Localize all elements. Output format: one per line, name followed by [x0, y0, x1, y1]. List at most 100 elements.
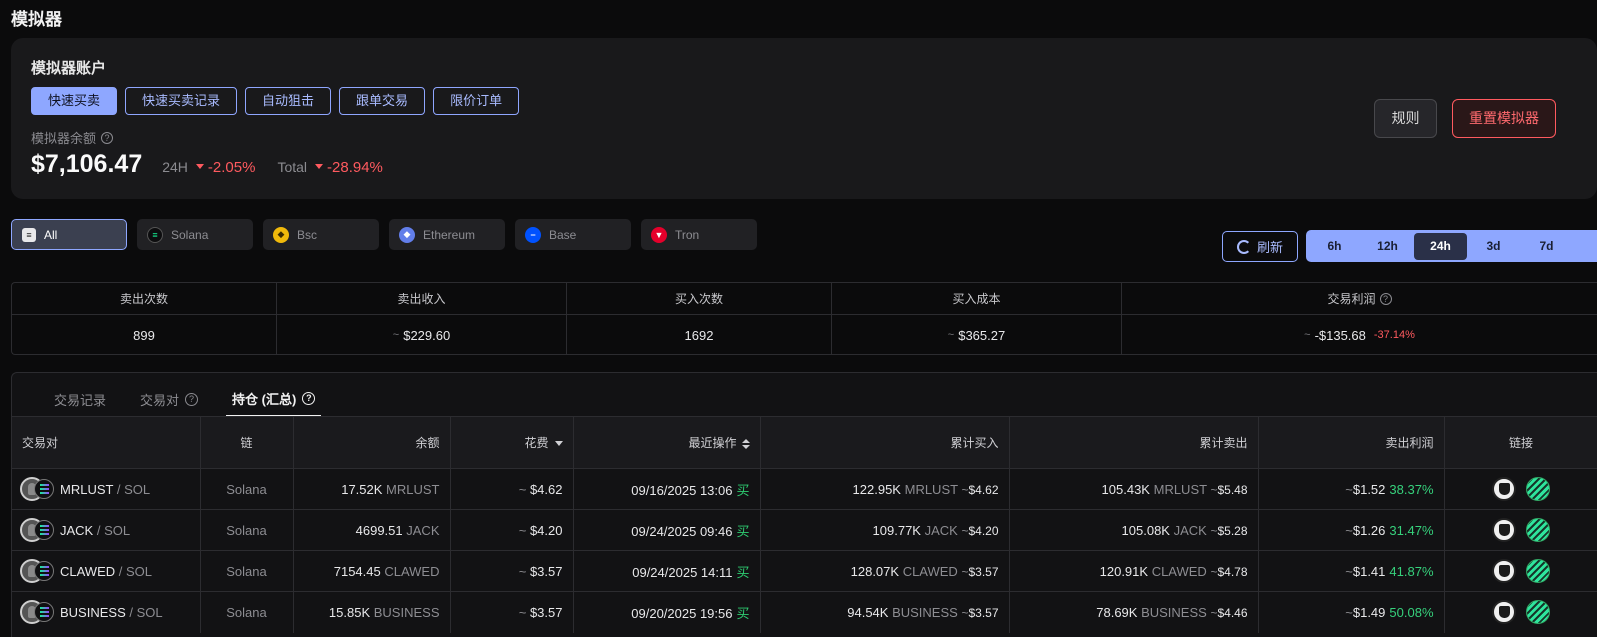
op-type-badge: 买	[736, 564, 750, 580]
balance-unit: JACK	[406, 522, 440, 538]
cost-value: $3.57	[529, 604, 563, 620]
caret-down-icon	[315, 164, 324, 169]
balance-amount: 7154.45	[333, 563, 381, 579]
total-sell-cell: 105.43K MRLUST ~$5.48	[1009, 468, 1259, 510]
rules-button[interactable]: 规则	[1374, 99, 1437, 138]
balance-amount: 17.52K	[341, 481, 383, 497]
col-balance: 余额	[293, 416, 451, 469]
range-tab-7d[interactable]: 7d	[1520, 233, 1573, 260]
tab-quick-trade-history[interactable]: 快速买卖记录	[125, 87, 238, 115]
gmgn-link-icon[interactable]	[1492, 559, 1516, 583]
simulator-account-card: 模拟器账户 快速买卖 快速买卖记录 自动狙击 跟单交易 限价订单 模拟器余额 ?…	[11, 38, 1597, 199]
gmgn-link-icon[interactable]	[1492, 600, 1516, 625]
bsc-icon: ◆	[273, 226, 289, 243]
buy-unit: CLAWED	[902, 563, 958, 579]
balance-unit: MRLUST	[386, 481, 440, 497]
help-icon[interactable]: ?	[101, 131, 114, 144]
sell-income-value: $229.60	[403, 327, 451, 343]
tab-auto-snipe[interactable]: 自动狙击	[245, 87, 332, 115]
buy-unit: JACK	[924, 522, 958, 538]
tab-holdings-summary[interactable]: 持仓 (汇总) ?	[226, 389, 322, 417]
range-tab-3d[interactable]: 3d	[1467, 233, 1520, 260]
range-tab-24h[interactable]: 24h	[1414, 232, 1467, 260]
change-total-value: -28.94%	[327, 159, 383, 176]
tab-quick-trade[interactable]: 快速买卖	[31, 87, 118, 115]
pair-cell[interactable]: CLAWED / SOL	[12, 550, 201, 592]
range-tab-12h[interactable]: 12h	[1361, 233, 1414, 260]
chain-tab-ethereum[interactable]: ◆ Ethereum	[389, 219, 505, 250]
buy-cost-cell: ~ $365.27	[832, 315, 1122, 355]
token-symbol: JACK	[60, 522, 94, 538]
quote-symbol: / SOL	[116, 481, 151, 497]
chain-tab-solana[interactable]: ≡ Solana	[137, 219, 253, 250]
cost-cell: ~ $3.57	[450, 591, 574, 633]
table-header-row: 交易对 链 余额 花费 最近操作 累计买入 累计卖出 卖出利润 链接	[12, 416, 1597, 469]
approx-sign: ~	[1304, 329, 1311, 341]
approx-sign: ~	[518, 604, 527, 620]
help-icon[interactable]: ?	[1379, 292, 1392, 305]
profit-value: $1.52	[1352, 481, 1386, 497]
solana-icon	[34, 520, 54, 540]
last-op-time: 09/24/2025 14:11	[632, 564, 733, 580]
chain-tab-base[interactable]: − Base	[515, 219, 631, 250]
token-avatar	[20, 477, 54, 501]
tab-trade-pairs[interactable]: 交易对 ?	[140, 389, 199, 417]
change-24h-label: 24H	[162, 159, 188, 175]
reset-simulator-button[interactable]: 重置模拟器	[1452, 99, 1556, 138]
chain-tab-label: All	[44, 227, 58, 242]
profit-pct: 38.37%	[1389, 481, 1434, 497]
table-row[interactable]: BUSINESS / SOL Solana 15.85K BUSINESS ~ $3.…	[12, 591, 1597, 633]
sell-amount: 120.91K	[1099, 563, 1149, 579]
col-pair: 交易对	[12, 416, 201, 469]
chain-tab-bsc[interactable]: ◆ Bsc	[263, 219, 379, 250]
explorer-link-icon[interactable]	[1526, 518, 1550, 542]
solana-icon	[34, 479, 54, 499]
token-avatar	[20, 600, 54, 625]
solana-icon	[34, 602, 54, 623]
tab-trade-history[interactable]: 交易记录	[54, 389, 106, 417]
col-cost[interactable]: 花费	[450, 416, 574, 469]
quote-symbol: / SOL	[129, 604, 163, 620]
gmgn-link-icon[interactable]	[1492, 477, 1516, 501]
tab-copy-trade[interactable]: 跟单交易	[339, 87, 426, 115]
pair-cell[interactable]: BUSINESS / SOL	[12, 591, 201, 633]
refresh-button[interactable]: 刷新	[1222, 231, 1298, 262]
pair-cell[interactable]: JACK / SOL	[12, 509, 201, 551]
col-chain: 链	[200, 416, 294, 469]
col-last-op[interactable]: 最近操作	[573, 416, 761, 469]
profit-value: $1.49	[1352, 604, 1386, 620]
sell-amount: 105.08K	[1121, 522, 1170, 538]
range-tab-6h[interactable]: 6h	[1308, 233, 1361, 260]
chain-tab-all[interactable]: ≡ All	[11, 219, 127, 250]
sell-amount: 78.69K	[1096, 604, 1138, 620]
buy-amount: 109.77K	[872, 522, 921, 538]
profit-pct-value: -37.14%	[1373, 329, 1415, 341]
approx-sign: ~	[1345, 481, 1353, 497]
gmgn-link-icon[interactable]	[1492, 518, 1516, 542]
links	[1445, 477, 1597, 501]
total-sell-cell: 78.69K BUSINESS ~$4.46	[1009, 591, 1259, 633]
col-total-sell: 累计卖出	[1009, 416, 1259, 469]
stats-value-row: 899 ~ $229.60 1692 ~ $365.27 ~ -$135.68 …	[12, 314, 1597, 355]
caret-down-icon	[195, 164, 204, 169]
balance-value: $7,106.47	[31, 150, 143, 178]
explorer-link-icon[interactable]	[1526, 600, 1550, 625]
table-row[interactable]: JACK / SOL Solana 4699.51 JACK ~ $4.20 09/24…	[12, 509, 1597, 551]
explorer-link-icon[interactable]	[1526, 559, 1550, 583]
balance-cell: 4699.51 JACK	[293, 509, 451, 551]
explorer-link-icon[interactable]	[1526, 477, 1550, 501]
table-row[interactable]: CLAWED / SOL Solana 7154.45 CLAWED ~ $3.57 0…	[12, 550, 1597, 592]
tab-limit-order[interactable]: 限价订单	[433, 87, 520, 115]
stats-header-row: 卖出次数 卖出收入 买入次数 买入成本 交易利润 ?	[12, 283, 1597, 314]
stats-header: 卖出收入	[277, 283, 567, 314]
links-cell	[1444, 550, 1597, 592]
total-buy-cell: 109.77K JACK ~$4.20	[760, 509, 1010, 551]
buy-usd: $3.57	[968, 605, 999, 620]
table-row[interactable]: MRLUST / SOL Solana 17.52K MRLUST ~ $4.62 09…	[12, 468, 1597, 510]
approx-sign: ~	[518, 563, 527, 579]
chain-tab-tron[interactable]: ▼ Tron	[641, 219, 757, 250]
stats-header-profit: 交易利润 ?	[1122, 283, 1597, 314]
sell-unit: MRLUST	[1153, 481, 1207, 497]
pair-cell[interactable]: MRLUST / SOL	[12, 468, 201, 510]
pair: JACK / SOL	[20, 518, 190, 542]
